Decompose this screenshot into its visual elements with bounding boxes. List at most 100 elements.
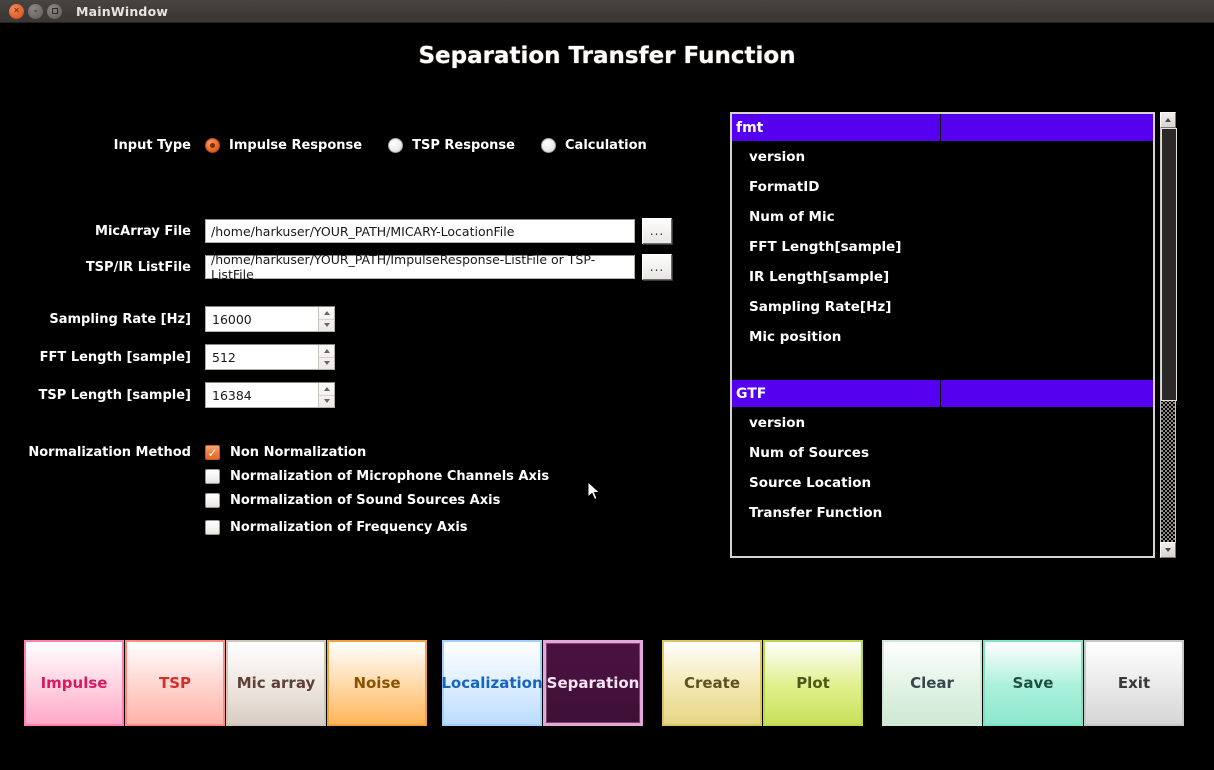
tree-item[interactable]: version xyxy=(732,408,1153,438)
maximize-icon[interactable] xyxy=(47,3,62,19)
sampling-rate-value[interactable]: 16000 xyxy=(206,307,318,331)
action-button-bar: Impulse TSP Mic array Noise Localization… xyxy=(0,640,1214,740)
button-group-actions: Create Plot xyxy=(662,640,864,726)
radio-label: Impulse Response xyxy=(229,138,363,153)
checkbox-non-normalization[interactable]: ✓ xyxy=(205,445,220,460)
impulse-button[interactable]: Impulse xyxy=(24,640,124,726)
tsp-length-steppers[interactable] xyxy=(318,383,334,407)
normalization-row-2: Normalization of Sound Sources Axis xyxy=(0,493,710,508)
normalization-block: Normalization Method ✓ Non Normalization… xyxy=(0,445,710,544)
normalization-row-3: Normalization of Frequency Axis xyxy=(0,520,710,535)
create-button[interactable]: Create xyxy=(662,640,762,726)
tree-group-name: fmt xyxy=(732,114,941,141)
input-type-label: Input Type xyxy=(113,138,191,153)
tsp-ir-browse-button[interactable]: ... xyxy=(642,254,672,280)
localization-button[interactable]: Localization xyxy=(441,640,543,726)
radio-selected-icon[interactable] xyxy=(205,138,220,153)
separation-button[interactable]: Separation xyxy=(543,640,643,726)
tree-vertical-scrollbar[interactable] xyxy=(1159,112,1177,558)
radio-tsp-response[interactable]: TSP Response xyxy=(388,138,515,153)
tsp-button[interactable]: TSP xyxy=(125,640,225,726)
window-controls: ✕ – xyxy=(9,3,62,19)
input-type-row: Input Type Impulse Response TSP Response… xyxy=(0,138,710,153)
parameter-tree-panel: fmt version FormatID Num of Mic FFT Leng… xyxy=(730,112,1177,558)
fft-length-value[interactable]: 512 xyxy=(206,345,318,369)
fft-length-spinner[interactable]: 512 xyxy=(205,344,335,370)
tsp-ir-listfile-input[interactable]: /home/harkuser/YOUR_PATH/ImpulseResponse… xyxy=(205,252,635,282)
exit-button[interactable]: Exit xyxy=(1084,640,1184,726)
stepper-down-icon[interactable] xyxy=(319,396,334,408)
tsp-length-value[interactable]: 16384 xyxy=(206,383,318,407)
scroll-up-icon[interactable] xyxy=(1160,112,1176,128)
file-fields: MicArray File /home/harkuser/YOUR_PATH/M… xyxy=(0,218,710,290)
close-icon[interactable]: ✕ xyxy=(9,3,24,19)
tree-item[interactable]: FFT Length[sample] xyxy=(732,232,1153,262)
tree-item[interactable]: Num of Mic xyxy=(732,202,1153,232)
sampling-rate-row: Sampling Rate [Hz] 16000 xyxy=(0,306,710,332)
tree-group-name: GTF xyxy=(732,380,941,407)
clear-button[interactable]: Clear xyxy=(882,640,982,726)
mouse-cursor-arrow-icon xyxy=(587,480,602,502)
tree-item[interactable]: version xyxy=(732,142,1153,172)
sampling-rate-spinner[interactable]: 16000 xyxy=(205,306,335,332)
mic-array-button[interactable]: Mic array xyxy=(226,640,326,726)
tree-group-header-gtf[interactable]: GTF xyxy=(732,380,1153,408)
normalization-row-0: Normalization Method ✓ Non Normalization xyxy=(0,445,710,460)
stepper-up-icon[interactable] xyxy=(319,383,334,396)
micarray-browse-button[interactable]: ... xyxy=(642,218,672,244)
tree-item[interactable]: Sampling Rate[Hz] xyxy=(732,292,1153,322)
numeric-fields: Sampling Rate [Hz] 16000 FFT Length [sam… xyxy=(0,306,710,420)
tree-item[interactable]: Transfer Function xyxy=(732,498,1153,528)
checkbox-frequency-axis[interactable] xyxy=(205,520,220,535)
radio-label: Calculation xyxy=(565,138,647,153)
plot-button[interactable]: Plot xyxy=(763,640,863,726)
tree-item[interactable]: Mic position xyxy=(732,322,1153,352)
radio-calculation[interactable]: Calculation xyxy=(541,138,647,153)
scrollbar-thumb[interactable] xyxy=(1161,128,1177,402)
tsp-length-label: TSP Length [sample] xyxy=(38,387,191,403)
normalization-method-label: Normalization Method xyxy=(28,445,191,460)
normalization-row-1: Normalization of Microphone Channels Axi… xyxy=(0,469,710,484)
micarray-file-row: MicArray File /home/harkuser/YOUR_PATH/M… xyxy=(0,218,710,244)
fft-length-steppers[interactable] xyxy=(318,345,334,369)
stepper-up-icon[interactable] xyxy=(319,307,334,320)
tree-item[interactable]: Source Location xyxy=(732,468,1153,498)
radio-impulse-response[interactable]: Impulse Response xyxy=(205,138,362,153)
micarray-file-label: MicArray File xyxy=(95,223,191,239)
stepper-up-icon[interactable] xyxy=(319,345,334,358)
tree-group-value xyxy=(941,114,1153,141)
button-group-file: Clear Save Exit xyxy=(882,640,1185,726)
stepper-down-icon[interactable] xyxy=(319,358,334,370)
button-group-mode: Localization Separation xyxy=(441,640,644,726)
checkbox-label: Non Normalization xyxy=(230,445,367,460)
checkbox-sound-sources-axis[interactable] xyxy=(205,493,220,508)
noise-button[interactable]: Noise xyxy=(327,640,427,726)
checkbox-label: Normalization of Sound Sources Axis xyxy=(230,493,501,508)
radio-unselected-icon[interactable] xyxy=(541,138,556,153)
scrollbar-track[interactable] xyxy=(1160,128,1177,542)
page-title: Separation Transfer Function xyxy=(418,43,796,69)
tree-item[interactable]: Num of Sources xyxy=(732,438,1153,468)
sampling-rate-steppers[interactable] xyxy=(318,307,334,331)
micarray-file-input[interactable]: /home/harkuser/YOUR_PATH/MICARY-Location… xyxy=(205,219,635,243)
button-group-sources: Impulse TSP Mic array Noise xyxy=(24,640,428,726)
tree-item[interactable]: IR Length[sample] xyxy=(732,262,1153,292)
stepper-down-icon[interactable] xyxy=(319,320,334,332)
radio-unselected-icon[interactable] xyxy=(388,138,404,153)
fft-length-row: FFT Length [sample] 512 xyxy=(0,344,710,370)
save-button[interactable]: Save xyxy=(983,640,1083,726)
window-title: MainWindow xyxy=(76,3,169,19)
tree-group-value xyxy=(941,380,1153,407)
tree-group-header-fmt[interactable]: fmt xyxy=(732,114,1153,142)
checkbox-label: Normalization of Frequency Axis xyxy=(230,520,468,535)
tsp-length-spinner[interactable]: 16384 xyxy=(205,382,335,408)
tsp-ir-listfile-label: TSP/IR ListFile xyxy=(85,259,191,275)
parameter-tree[interactable]: fmt version FormatID Num of Mic FFT Leng… xyxy=(730,112,1155,558)
window-titlebar: ✕ – MainWindow xyxy=(0,0,1214,23)
minimize-icon[interactable]: – xyxy=(28,3,43,19)
checkbox-mic-channels-axis[interactable] xyxy=(205,469,220,484)
tree-item[interactable]: FormatID xyxy=(732,172,1153,202)
window-content: Separation Transfer Function Input Type … xyxy=(0,23,1214,770)
scroll-down-icon[interactable] xyxy=(1160,542,1176,558)
